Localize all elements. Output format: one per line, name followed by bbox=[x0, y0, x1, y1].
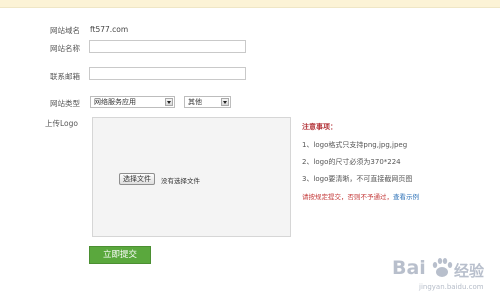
notes-title: 注意事项： bbox=[302, 123, 337, 131]
note-item: 2、logo的尺寸必须为370*224 bbox=[302, 158, 401, 166]
logo-upload-area: 选择文件 没有选择文件 bbox=[92, 117, 291, 237]
choose-file-button[interactable]: 选择文件 bbox=[119, 173, 155, 185]
site-subtype-selected-value: 其他 bbox=[188, 98, 202, 106]
notes-warning: 请按规定提交，否则不予通过，查看示例 bbox=[302, 191, 492, 201]
domain-value: ft577.com bbox=[90, 25, 129, 34]
email-label: 联系邮箱 bbox=[50, 72, 80, 81]
warning-text: 请按规定提交，否则不予通过， bbox=[302, 193, 393, 201]
watermark-brand-left: Bai bbox=[392, 257, 426, 279]
paw-icon bbox=[432, 258, 453, 277]
site-name-input[interactable] bbox=[89, 40, 246, 53]
site-type-selected-value: 网络服务应用 bbox=[94, 98, 136, 106]
watermark-sub: jingyan.baidu.com bbox=[419, 283, 484, 291]
file-status-text: 没有选择文件 bbox=[161, 177, 200, 185]
chevron-down-icon bbox=[165, 98, 173, 106]
top-banner-strip bbox=[0, 0, 500, 8]
site-subtype-select[interactable]: 其他 bbox=[184, 96, 231, 108]
note-item: 1、logo格式只支持png,jpg,jpeg bbox=[302, 141, 408, 149]
watermark-brand-right: 经验 bbox=[454, 262, 485, 280]
domain-label: 网站域名 bbox=[50, 26, 80, 35]
note-item: 3、logo要清晰，不可直接截网页图 bbox=[302, 175, 413, 183]
upload-notes: 注意事项： 1、logo格式只支持png,jpg,jpeg 2、logo的尺寸必… bbox=[302, 122, 492, 201]
site-type-select[interactable]: 网络服务应用 bbox=[90, 96, 175, 108]
logo-upload-label: 上传Logo bbox=[45, 119, 78, 128]
view-example-link[interactable]: 查看示例 bbox=[393, 193, 419, 201]
email-input[interactable] bbox=[89, 67, 246, 80]
site-type-label: 网站类型 bbox=[50, 99, 80, 108]
submit-button[interactable]: 立即提交 bbox=[89, 246, 151, 264]
baidu-jingyan-watermark: Bai 经验 jingyan.baidu.com bbox=[384, 251, 496, 293]
site-name-label: 网站名称 bbox=[50, 44, 80, 53]
chevron-down-icon bbox=[221, 98, 229, 106]
